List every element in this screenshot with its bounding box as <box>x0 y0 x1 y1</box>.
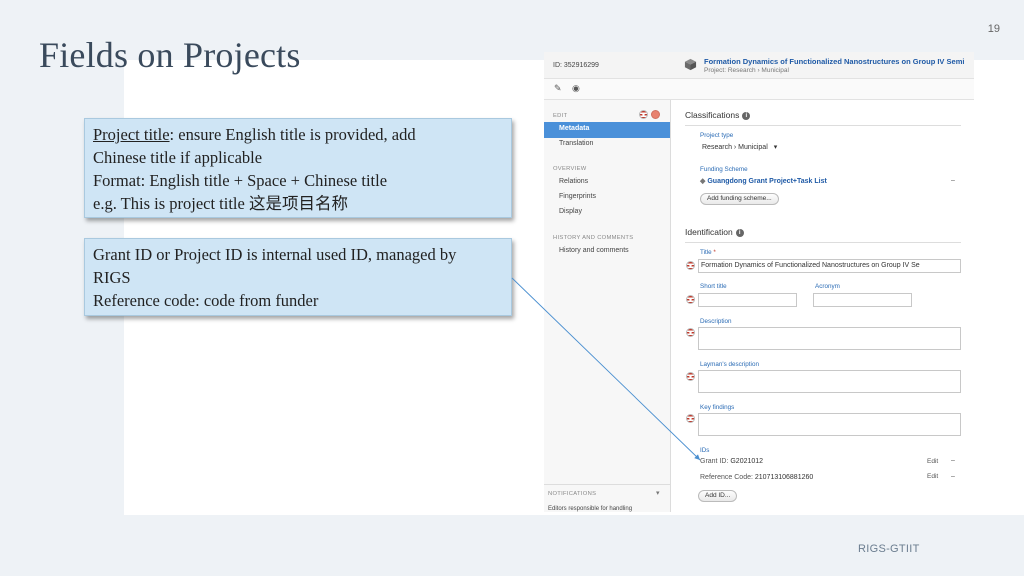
callout2-line2: RIGS <box>93 268 131 287</box>
funding-scheme-label: Funding Scheme <box>700 166 748 173</box>
project-type-value: Research › Municipal <box>702 144 768 151</box>
eye-icon[interactable]: ◉ <box>572 83 580 94</box>
reference-code-row: Reference Code: 210713106881260 <box>700 474 813 481</box>
funding-scheme-value: Guangdong Grant Project+Task List <box>707 178 827 185</box>
notifications-text: Editors responsible for handling <box>548 506 633 512</box>
classifications-heading: Classifications i <box>685 110 751 120</box>
us-flag-icon <box>686 295 695 304</box>
callout1-line1-rest: : ensure English title is provided, add <box>169 125 416 144</box>
key-findings-label: Key findings <box>700 404 735 411</box>
edit-reference-code-button[interactable]: Edit <box>927 473 938 480</box>
grant-id-value: G2021012 <box>730 458 764 465</box>
us-flag-icon <box>686 328 695 337</box>
project-title-callout: Project title: ensure English title is p… <box>84 118 512 218</box>
info-icon[interactable]: i <box>735 228 744 237</box>
short-title-input[interactable] <box>698 293 797 307</box>
acronym-input[interactable] <box>813 293 912 307</box>
us-flag-icon <box>686 372 695 381</box>
classifications-heading-text: Classifications <box>685 110 740 120</box>
callout1-line1: Project title: ensure English title is p… <box>93 123 503 146</box>
page-number: 19 <box>987 23 1000 35</box>
tag-icon: ◆ <box>700 178 706 185</box>
short-title-label: Short title <box>700 283 727 290</box>
us-flag-icon[interactable] <box>639 110 648 119</box>
project-type-label: Project type <box>700 132 734 139</box>
chevron-down-icon[interactable]: ▾ <box>656 489 660 497</box>
callout1-line4: e.g. This is project title 这是项目名称 <box>93 194 348 213</box>
record-id: ID: 352916299 <box>553 62 599 69</box>
edit-grant-id-button[interactable]: Edit <box>927 458 938 465</box>
project-title-link[interactable]: Formation Dynamics of Functionalized Nan… <box>704 57 964 66</box>
us-flag-icon <box>686 261 695 270</box>
identification-heading: Identification i <box>685 227 744 237</box>
add-funding-scheme-button[interactable]: Add funding scheme... <box>700 193 779 205</box>
sidebar-header-edit: EDIT <box>553 113 568 119</box>
callout2-line1: Grant ID or Project ID is internal used … <box>93 245 457 264</box>
callout1-term: Project title <box>93 125 170 144</box>
sidebar-header-notifications: NOTIFICATIONS <box>548 491 597 497</box>
editor-main: Classifications i Project type Research ›… <box>671 100 974 512</box>
project-type-select[interactable]: Research › Municipal ▾ <box>702 143 777 151</box>
sidebar-header-overview: OVERVIEW <box>553 166 587 172</box>
funding-scheme-link[interactable]: ◆ Guangdong Grant Project+Task List <box>700 177 827 185</box>
remove-reference-code-button[interactable]: – <box>951 473 955 480</box>
pure-editor-screenshot: ID: 352916299 Formation Dynamics of Func… <box>544 52 974 512</box>
footer-label: RIGS-GTIIT <box>858 543 920 555</box>
title-label-text: Title <box>700 249 712 256</box>
section-divider <box>685 125 961 126</box>
identification-heading-text: Identification <box>685 227 733 237</box>
editor-sidebar: EDIT Metadata Translation OVERVIEW Relat… <box>544 100 671 512</box>
callout1-line3: Format: English title + Space + Chinese … <box>93 171 388 190</box>
grant-id-label: Grant ID: <box>700 458 729 465</box>
sidebar-header-history: HISTORY AND COMMENTS <box>553 235 634 241</box>
remove-grant-id-button[interactable]: – <box>951 457 955 464</box>
laymans-description-label: Layman's description <box>700 361 759 368</box>
sidebar-divider <box>544 484 670 485</box>
editor-header: ID: 352916299 Formation Dynamics of Func… <box>544 52 974 79</box>
title-label: Title * <box>700 249 716 256</box>
info-icon[interactable]: i <box>742 111 751 120</box>
callout2-line3: Reference code: code from funder <box>93 291 319 310</box>
ids-label: IDs <box>700 447 710 454</box>
project-type-subtitle: Project: Research › Municipal <box>704 67 789 74</box>
laymans-description-textarea[interactable] <box>698 370 961 393</box>
pencil-icon[interactable]: ✎ <box>554 83 562 94</box>
sidebar-item-metadata[interactable]: Metadata <box>544 122 670 138</box>
description-label: Description <box>700 318 732 325</box>
grant-id-row: Grant ID: G2021012 <box>700 458 763 465</box>
reference-code-value: 210713106881260 <box>754 474 814 481</box>
dropdown-arrow-icon: ▾ <box>773 144 778 151</box>
acronym-label: Acronym <box>815 283 840 290</box>
sidebar-item-history[interactable]: History and comments <box>559 247 629 254</box>
sidebar-item-fingerprints[interactable]: Fingerprints <box>559 193 596 200</box>
us-flag-icon <box>686 414 695 423</box>
key-findings-textarea[interactable] <box>698 413 961 436</box>
sidebar-item-display[interactable]: Display <box>559 208 582 215</box>
sidebar-item-label: Metadata <box>559 125 590 132</box>
title-input[interactable]: Formation Dynamics of Functionalized Nan… <box>698 259 961 273</box>
reference-code-label: Reference Code: <box>700 474 753 481</box>
sidebar-item-relations[interactable]: Relations <box>559 178 588 185</box>
add-id-button[interactable]: Add ID... <box>698 490 738 502</box>
editor-toolbar: ✎ ◉ <box>544 79 974 100</box>
slide-title: Fields on Projects <box>39 35 301 75</box>
callout1-line2: Chinese title if applicable <box>93 148 263 167</box>
grant-id-callout: Grant ID or Project ID is internal used … <box>84 238 512 316</box>
section-divider <box>685 242 961 243</box>
cn-flag-icon[interactable] <box>651 110 660 119</box>
sidebar-item-translation[interactable]: Translation <box>559 140 593 147</box>
project-cube-icon <box>684 58 697 71</box>
remove-funding-button[interactable]: – <box>951 177 955 184</box>
description-textarea[interactable] <box>698 327 961 350</box>
required-marker: * <box>713 249 716 256</box>
